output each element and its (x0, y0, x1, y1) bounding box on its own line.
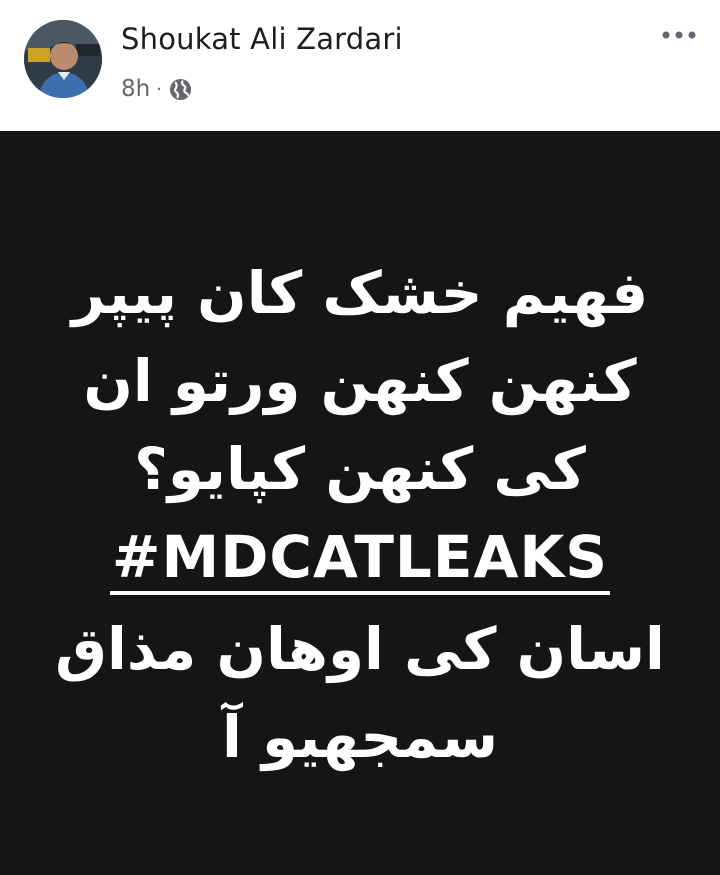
post-text: فھیم خشک کان پیپر کنھن کنھن ورتو ان کی ک… (40, 249, 680, 781)
post-timestamp[interactable]: 8h (121, 76, 150, 102)
avatar-photo (24, 20, 102, 98)
more-options-icon (662, 31, 696, 39)
meta-separator: · (156, 78, 162, 100)
globe-icon[interactable] (169, 78, 192, 101)
post-text-line: فھیم خشک کان پیپر (71, 259, 649, 327)
more-options-button[interactable] (658, 22, 700, 48)
hashtag-link[interactable]: #MDCATLEAKS (109, 523, 611, 595)
avatar[interactable] (24, 20, 102, 98)
post-body: فھیم خشک کان پیپر کنھن کنھن ورتو ان کی ک… (0, 131, 720, 875)
post-meta: 8h · (121, 74, 192, 104)
post-text-line: کی کنھن کپایو؟ (134, 435, 586, 503)
post-text-line: کنھن کنھن ورتو ان (83, 347, 637, 415)
hashtag-line: #MDCATLEAKS (40, 513, 680, 605)
post-text-line: سمجھیو آ (221, 703, 499, 771)
post-header: Shoukat Ali Zardari 8h · (0, 0, 720, 131)
author-name[interactable]: Shoukat Ali Zardari (121, 22, 403, 56)
post-text-line: اسان کی اوھان مذاق (55, 615, 665, 683)
